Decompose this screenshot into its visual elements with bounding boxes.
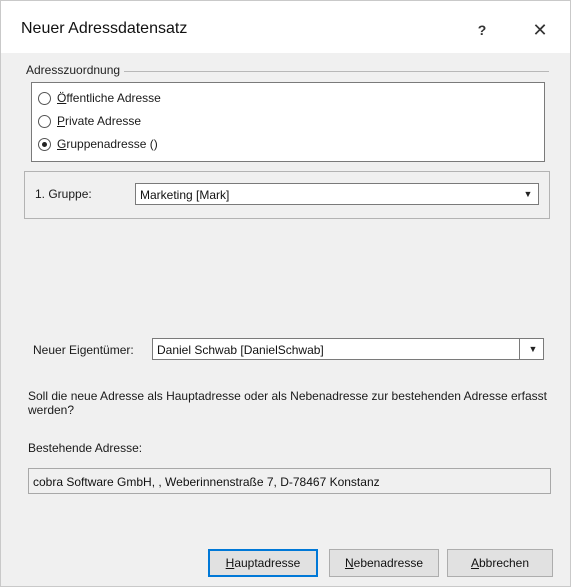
close-icon[interactable]: ✕ bbox=[525, 15, 555, 45]
new-address-dialog: Neuer Adressdatensatz ? ✕ Adresszuordnun… bbox=[0, 0, 571, 587]
group-label: 1. Gruppe: bbox=[35, 187, 92, 201]
radio-label-group: Gruppenadresse () bbox=[57, 137, 158, 151]
dialog-title: Neuer Adressdatensatz bbox=[21, 20, 188, 37]
chevron-down-icon[interactable]: ▼ bbox=[518, 184, 538, 204]
radio-group-address[interactable]: Gruppenadresse () bbox=[38, 135, 158, 153]
radio-button[interactable] bbox=[38, 114, 51, 128]
existing-address-field: cobra Software GmbH, , Weberinnenstraße … bbox=[28, 468, 551, 494]
radio-button[interactable] bbox=[38, 91, 51, 105]
radio-button-selected[interactable] bbox=[38, 137, 51, 151]
main-address-button[interactable]: Hauptadresse bbox=[208, 549, 318, 577]
existing-address-value: cobra Software GmbH, , Weberinnenstraße … bbox=[33, 475, 380, 489]
address-assignment-group-label: Adresszuordnung bbox=[26, 63, 125, 77]
group-select-value: Marketing [Mark] bbox=[140, 188, 230, 202]
owner-select[interactable]: Daniel Schwab [DanielSchwab] ▼ bbox=[152, 338, 544, 360]
group-select[interactable]: Marketing [Mark] ▼ bbox=[135, 183, 539, 205]
existing-address-label: Bestehende Adresse: bbox=[28, 441, 143, 455]
main-or-secondary-question: Soll die neue Adresse als Hauptadresse o… bbox=[28, 389, 547, 417]
group-panel: 1. Gruppe: Marketing [Mark] ▼ bbox=[24, 171, 550, 219]
radio-label-public: Öffentliche Adresse bbox=[57, 91, 161, 105]
address-type-radio-group: Öffentliche Adresse Private Adresse Grup… bbox=[31, 82, 545, 162]
owner-select-value: Daniel Schwab [DanielSchwab] bbox=[157, 343, 324, 357]
radio-public-address[interactable]: Öffentliche Adresse bbox=[38, 89, 161, 107]
owner-select-divider bbox=[519, 338, 520, 360]
secondary-address-button[interactable]: Nebenadresse bbox=[329, 549, 439, 577]
cancel-button[interactable]: Abbrechen bbox=[447, 549, 553, 577]
title-bar: Neuer Adressdatensatz ? ✕ bbox=[1, 1, 570, 53]
help-icon[interactable]: ? bbox=[467, 15, 497, 45]
owner-label: Neuer Eigentümer: bbox=[33, 343, 134, 357]
chevron-down-icon[interactable]: ▼ bbox=[523, 339, 543, 359]
radio-label-private: Private Adresse bbox=[57, 114, 142, 128]
radio-private-address[interactable]: Private Adresse bbox=[38, 112, 141, 130]
